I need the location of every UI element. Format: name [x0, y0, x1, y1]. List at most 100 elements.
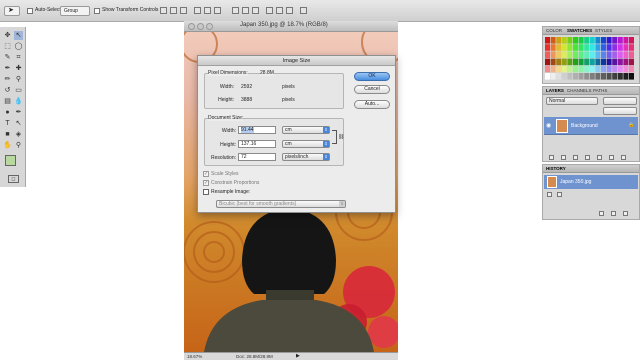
swatch-cell[interactable] [612, 73, 618, 80]
swatch-cell[interactable] [567, 44, 573, 51]
distribute-hcenter-icon[interactable] [276, 7, 283, 14]
swatch-cell[interactable] [556, 37, 562, 44]
swatch-cell[interactable] [561, 51, 567, 58]
swatch-cell[interactable] [550, 37, 556, 44]
resample-method-select[interactable]: Bicubic (best for smooth gradients) ⇕ [216, 200, 346, 208]
constrain-proportions-checkbox[interactable]: ✓ [203, 180, 209, 186]
selection-tool-icon[interactable]: ↖ [14, 31, 23, 40]
adjustment-layer-icon[interactable] [585, 155, 590, 160]
history-brush-tool-icon[interactable]: ↺ [3, 86, 12, 95]
tab-layers[interactable]: LAYERS [546, 88, 564, 93]
swatch-cell[interactable] [606, 37, 612, 44]
zoom-window-icon[interactable] [206, 23, 213, 30]
doc-height-unit-select[interactable]: cm ⇕ [282, 140, 330, 148]
swatch-cell[interactable] [623, 73, 629, 80]
swatch-cell[interactable] [589, 65, 595, 73]
swatch-cell[interactable] [595, 51, 601, 58]
swatch-cell[interactable] [556, 65, 562, 73]
swatch-cell[interactable] [556, 51, 562, 58]
swatch-cell[interactable] [578, 37, 584, 44]
lasso-tool-icon[interactable]: ◯ [14, 42, 23, 51]
align-left-icon[interactable] [194, 7, 201, 14]
swatch-cell[interactable] [573, 51, 578, 58]
swatch-cell[interactable] [589, 73, 595, 80]
type-tool-icon[interactable]: T [3, 119, 12, 128]
blend-mode-select[interactable]: Normal [546, 97, 598, 105]
dodge-tool-icon[interactable]: ● [3, 108, 12, 117]
align-top-icon[interactable] [160, 7, 167, 14]
align-bottom-icon[interactable] [180, 7, 187, 14]
swatch-cell[interactable] [595, 37, 601, 44]
opacity-select[interactable] [603, 97, 637, 105]
marquee-tool-icon[interactable]: ⬚ [3, 42, 12, 51]
move-tool-preset-button[interactable]: ➤ [4, 6, 20, 16]
doc-width-unit-select[interactable]: cm ⇕ [282, 126, 330, 134]
layer-mask-icon[interactable] [573, 155, 578, 160]
cancel-button[interactable]: Cancel [354, 85, 390, 94]
swatch-cell[interactable] [578, 51, 584, 58]
align-vcenter-icon[interactable] [170, 7, 177, 14]
new-document-from-state-icon[interactable] [599, 211, 604, 216]
swatch-cell[interactable] [573, 44, 578, 51]
swatch-cell[interactable] [573, 73, 578, 80]
swatch-cell[interactable] [606, 73, 612, 80]
swatch-cell[interactable] [578, 73, 584, 80]
history-brush-source-icon[interactable] [557, 192, 562, 197]
layer-row-background[interactable]: ◉ Background 🔒 [544, 117, 638, 135]
swatch-cell[interactable] [606, 65, 612, 73]
distribute-right-icon[interactable] [286, 7, 293, 14]
swatch-cell[interactable] [612, 58, 618, 66]
swatch-cell[interactable] [629, 37, 634, 44]
gradient-tool-icon[interactable]: ▤ [3, 97, 12, 106]
close-window-icon[interactable] [188, 23, 195, 30]
swatch-cell[interactable] [561, 37, 567, 44]
swatch-cell[interactable] [556, 58, 562, 66]
swatch-cell[interactable] [606, 44, 612, 51]
swatch-cell[interactable] [623, 37, 629, 44]
swatch-cell[interactable] [556, 44, 562, 51]
swatch-cell[interactable] [545, 44, 550, 51]
swatch-cell[interactable] [589, 44, 595, 51]
swatch-cell[interactable] [573, 58, 578, 66]
swatch-cell[interactable] [578, 44, 584, 51]
swatch-cell[interactable] [595, 58, 601, 66]
swatch-cell[interactable] [589, 58, 595, 66]
auto-select-checkbox[interactable] [27, 8, 33, 14]
swatch-cell[interactable] [629, 58, 634, 66]
swatch-cell[interactable] [550, 58, 556, 66]
auto-button[interactable]: Auto... [354, 100, 390, 109]
history-snapshot-row[interactable]: Japan 350.jpg [544, 175, 638, 189]
layer-style-icon[interactable] [561, 155, 566, 160]
swatch-cell[interactable] [617, 73, 623, 80]
swatch-cell[interactable] [556, 73, 562, 80]
swatch-cell[interactable] [601, 44, 606, 51]
brush-tool-icon[interactable]: ✏ [3, 75, 12, 84]
swatch-cell[interactable] [623, 58, 629, 66]
swatch-cell[interactable] [578, 65, 584, 73]
swatch-cell[interactable] [545, 37, 550, 44]
swatch-cell[interactable] [573, 37, 578, 44]
align-right-icon[interactable] [214, 7, 221, 14]
new-layer-icon[interactable] [609, 155, 614, 160]
resolution-input[interactable]: 72 [238, 153, 276, 161]
hand-tool-icon[interactable]: ✋ [3, 141, 12, 150]
swatch-cell[interactable] [573, 65, 578, 73]
tab-paths[interactable]: PATHS [593, 88, 607, 93]
ok-button[interactable]: OK [354, 72, 390, 81]
swatch-cell[interactable] [545, 58, 550, 66]
tab-swatches[interactable]: SWATCHES [567, 28, 592, 33]
swatch-cell[interactable] [617, 65, 623, 73]
shape-tool-icon[interactable]: ■ [3, 130, 12, 139]
swatch-cell[interactable] [612, 51, 618, 58]
swatch-cell[interactable] [578, 58, 584, 66]
swatch-cell[interactable] [550, 51, 556, 58]
swatch-cell[interactable] [561, 65, 567, 73]
status-menu-arrow-icon[interactable]: ▶ [296, 353, 300, 359]
trash-icon[interactable] [621, 155, 626, 160]
swatch-cell[interactable] [567, 65, 573, 73]
swatch-cell[interactable] [629, 73, 634, 80]
scale-styles-checkbox[interactable]: ✓ [203, 171, 209, 177]
resample-image-checkbox[interactable] [203, 189, 209, 195]
swatch-cell[interactable] [567, 37, 573, 44]
swatch-cell[interactable] [550, 65, 556, 73]
